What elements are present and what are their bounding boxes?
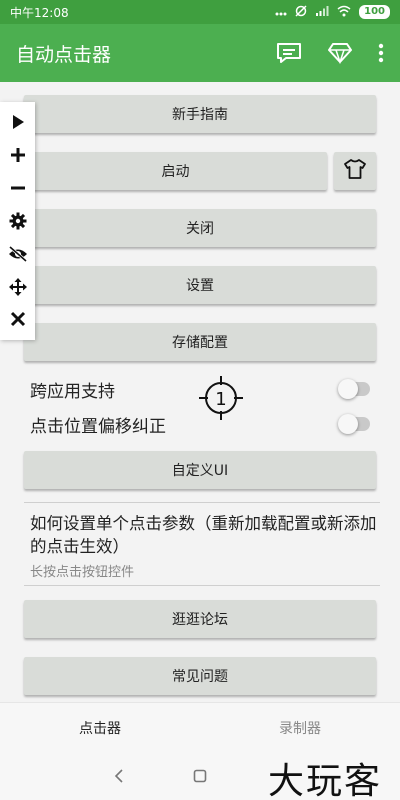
more-vert-icon[interactable] [378, 43, 384, 63]
tshirt-icon [343, 158, 367, 184]
wifi-icon [337, 5, 351, 20]
help-title[interactable]: 如何设置单个点击参数（重新加载配置或新添加的点击生效） [30, 512, 380, 558]
target-number: 1 [215, 389, 226, 410]
tab-clicker[interactable]: 点击器 [0, 703, 200, 752]
diamond-icon[interactable] [328, 42, 352, 64]
minus-icon[interactable] [6, 176, 30, 200]
stop-button[interactable]: 关闭 [24, 209, 376, 247]
divider [24, 502, 380, 503]
plus-icon[interactable] [6, 143, 30, 167]
dots-icon [275, 5, 287, 19]
settings-button[interactable]: 设置 [24, 266, 376, 304]
battery-icon: 100 [359, 5, 390, 19]
skin-button[interactable] [334, 152, 376, 190]
chat-icon[interactable] [276, 41, 302, 65]
switch-knob [338, 414, 358, 434]
floating-toolbar [0, 102, 35, 340]
bottom-navigation: 点击器 录制器 [0, 702, 400, 752]
cross-app-label: 跨应用支持 [30, 381, 115, 402]
save-config-button[interactable]: 存储配置 [24, 323, 376, 361]
cross-app-switch[interactable] [338, 379, 370, 399]
close-icon[interactable] [6, 307, 30, 331]
status-bar: 中午12:08 100 [0, 0, 400, 24]
alarm-off-icon [295, 4, 307, 20]
eye-off-icon[interactable] [6, 242, 30, 266]
app-bar: 自动点击器 [0, 24, 400, 82]
home-icon[interactable] [188, 764, 212, 788]
move-icon[interactable] [6, 275, 30, 299]
divider [24, 585, 380, 586]
forum-button[interactable]: 逛逛论坛 [24, 600, 376, 638]
offset-fix-switch[interactable] [338, 414, 370, 434]
back-icon[interactable] [107, 764, 131, 788]
start-button[interactable]: 启动 [24, 152, 327, 190]
custom-ui-button[interactable]: 自定义UI [24, 451, 376, 489]
app-title: 自动点击器 [16, 43, 112, 66]
signal-icon [315, 5, 329, 20]
watermark-logo: 大玩客 [268, 761, 383, 800]
click-target-icon[interactable]: 1 [199, 376, 243, 420]
play-icon[interactable] [6, 110, 30, 134]
status-icons: 100 [275, 4, 390, 20]
faq-button[interactable]: 常见问题 [24, 657, 376, 695]
offset-fix-label: 点击位置偏移纠正 [30, 416, 166, 437]
gear-icon[interactable] [6, 209, 30, 233]
tab-recorder[interactable]: 录制器 [200, 703, 400, 752]
switch-knob [338, 379, 358, 399]
guide-button[interactable]: 新手指南 [24, 95, 376, 133]
status-time: 中午12:08 [10, 5, 69, 20]
help-subtitle: 长按点击按钮控件 [30, 565, 135, 580]
